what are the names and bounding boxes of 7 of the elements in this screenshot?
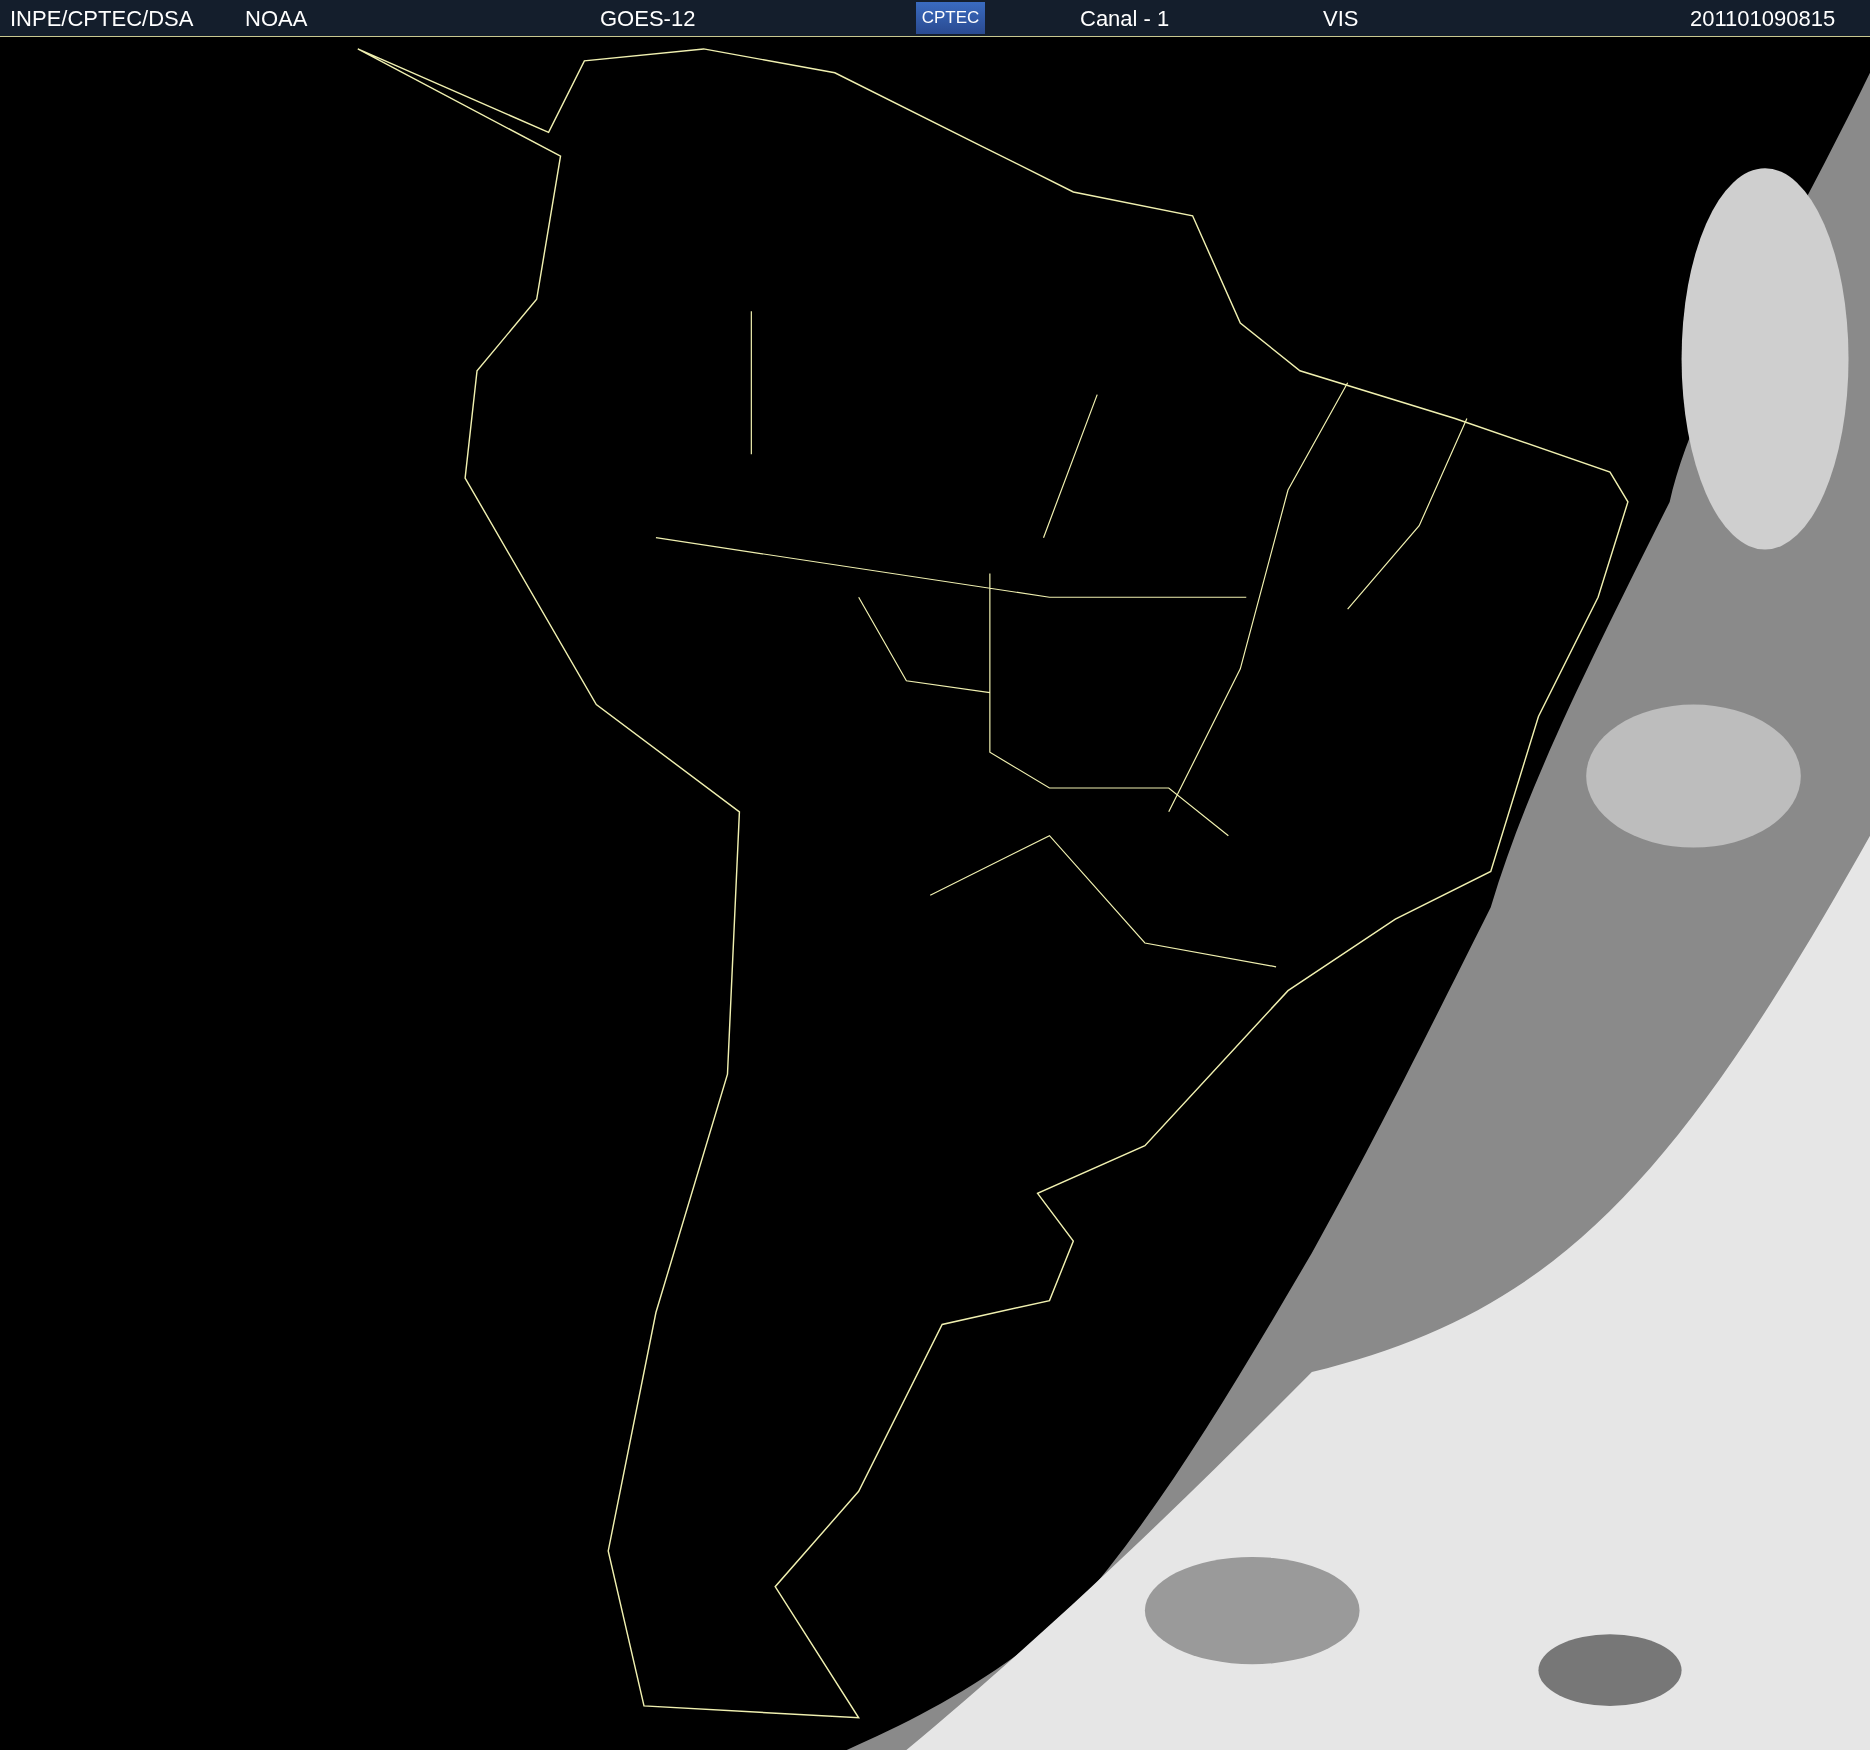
header-label: 201101090815 xyxy=(1690,6,1836,32)
header-label: INPE/CPTEC/DSA xyxy=(10,6,194,32)
header-label: NOAA xyxy=(245,6,308,32)
header-label: VIS xyxy=(1323,6,1359,32)
header-label: Canal - 1 xyxy=(1080,6,1170,32)
header-label: GOES-12 xyxy=(600,6,696,32)
logo: CPTEC xyxy=(916,2,985,34)
